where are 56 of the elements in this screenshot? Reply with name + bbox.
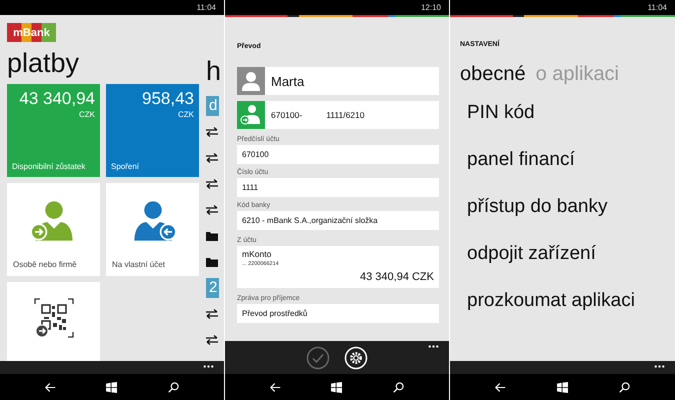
back-icon[interactable]: [45, 382, 56, 392]
settings-item[interactable]: prozkoumat aplikaci: [467, 290, 635, 312]
transfer-icon: [206, 153, 218, 163]
settings-button[interactable]: [344, 346, 368, 370]
settings-item[interactable]: přístup do banky: [467, 196, 608, 218]
qr-tile[interactable]: [7, 282, 100, 361]
transfer-icon: [206, 179, 218, 189]
status-time: 11:04: [648, 3, 667, 12]
settings-item[interactable]: odpojit zařízení: [467, 242, 596, 264]
action-tile[interactable]: Osobě nebo firmě: [7, 183, 100, 276]
folder-icon: [206, 257, 218, 267]
page-heading: platby: [7, 47, 80, 80]
group-header: d: [206, 96, 220, 116]
windows-icon[interactable]: [331, 382, 342, 392]
contact-name: Marta: [271, 74, 304, 88]
qr-code-icon: [34, 298, 74, 338]
search-icon[interactable]: [618, 382, 630, 392]
back-icon[interactable]: [270, 382, 282, 392]
currency: CZK: [178, 110, 194, 119]
tile-label: Na vlastní účet: [112, 260, 165, 269]
status-time: 11:04: [196, 3, 216, 12]
balance-amount: 958,43: [142, 90, 194, 108]
settings-item[interactable]: panel financí: [467, 148, 575, 170]
windows-icon[interactable]: [556, 382, 568, 392]
pivot-tab[interactable]: obecné: [460, 62, 526, 86]
more-icon[interactable]: [428, 345, 439, 348]
search-icon[interactable]: [392, 382, 404, 392]
more-icon[interactable]: [203, 365, 214, 368]
tile-label: Disponibilní zůstatek: [12, 162, 86, 171]
input-field[interactable]: 1111: [237, 178, 439, 197]
folder-icon: [206, 231, 218, 241]
account-prefix: 670100-: [271, 110, 302, 120]
balance-tile[interactable]: 958,43 CZK Spoření: [106, 84, 199, 177]
more-icon[interactable]: [654, 365, 665, 368]
account-name: mKonto: [242, 249, 272, 259]
tile-label: Osobě nebo firmě: [13, 260, 77, 269]
page-heading: h: [206, 55, 222, 88]
transfer-icon: [206, 127, 218, 137]
transfer-icon: [206, 205, 218, 215]
tile-label: Spoření: [111, 162, 140, 171]
windows-icon[interactable]: [106, 382, 118, 392]
currency: CZK: [79, 110, 95, 119]
transfer-icon: [206, 309, 218, 319]
account-balance: 43 340,94 CZK: [360, 271, 434, 283]
status-time: 12:10: [420, 3, 441, 12]
balance-amount: 43 340,94: [19, 90, 95, 108]
input-field[interactable]: 670100: [237, 145, 439, 164]
back-icon[interactable]: [495, 382, 506, 392]
input-field[interactable]: 6210 - mBank S.A.,organizační složka: [237, 211, 439, 230]
transfer-icon: [206, 335, 218, 345]
settings-item[interactable]: PIN kód: [467, 102, 535, 124]
group-header: 2: [206, 278, 220, 298]
search-icon[interactable]: [168, 382, 179, 392]
input-field[interactable]: Převod prostředků: [237, 304, 439, 323]
account-number: 1111/6210: [326, 110, 364, 120]
action-tile[interactable]: Na vlastní účet: [106, 183, 199, 276]
